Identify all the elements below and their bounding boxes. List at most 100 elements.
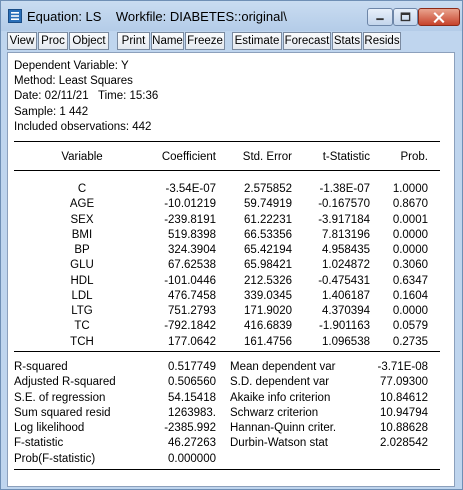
stat-value-right: 77.09300 bbox=[380, 376, 428, 389]
coef-cell-coefficient: 67.62538 bbox=[168, 259, 216, 272]
stat-label-right: Schwarz criterion bbox=[230, 406, 319, 419]
coef-cell-prob: 0.8670 bbox=[392, 198, 428, 211]
coef-cell-coefficient: -792.1842 bbox=[164, 320, 216, 333]
stat-value-right: 10.88628 bbox=[380, 422, 428, 434]
coef-cell-prob: 0.6347 bbox=[392, 274, 428, 287]
coef-cell-std-error: 2.575852 bbox=[244, 183, 292, 195]
stat-value-left: 0.517749 bbox=[168, 361, 216, 373]
stat-value-left: 0.000000 bbox=[168, 452, 216, 465]
stat-value-right: 10.94794 bbox=[380, 406, 428, 419]
coef-cell-variable: AGE bbox=[69, 198, 95, 211]
minimize-button[interactable] bbox=[367, 8, 393, 26]
coef-cell-variable: GLU bbox=[70, 259, 94, 272]
coef-cell-t-statistic: 4.370394 bbox=[322, 305, 370, 317]
stat-label-left: R-squared bbox=[14, 361, 68, 373]
column-header-t-statistic: t-Statistic bbox=[322, 151, 370, 163]
stat-label-left: Log likelihood bbox=[14, 422, 85, 434]
dependent-variable-line: Dependent Variable: Y bbox=[14, 60, 129, 72]
coef-cell-variable: BMI bbox=[71, 228, 93, 241]
coef-cell-std-error: 61.22231 bbox=[244, 213, 292, 226]
forecast-button[interactable]: Forecast bbox=[283, 32, 331, 50]
stat-label-left: Adjusted R-squared bbox=[14, 376, 116, 389]
observations-line: Included observations: 442 bbox=[14, 121, 152, 133]
coef-cell-variable: LDL bbox=[71, 289, 93, 302]
coef-cell-coefficient: -239.8191 bbox=[164, 213, 216, 226]
stat-label-left: Sum squared resid bbox=[14, 406, 111, 419]
stat-value-left: 0.506560 bbox=[168, 376, 216, 389]
stat-label-left: F-statistic bbox=[14, 437, 64, 450]
coef-cell-coefficient: 519.8398 bbox=[168, 228, 216, 241]
coef-cell-prob: 0.0000 bbox=[392, 228, 428, 241]
coef-cell-coefficient: -3.54E-07 bbox=[165, 183, 216, 195]
table-header-rule bbox=[14, 170, 440, 171]
name-button[interactable]: Name bbox=[151, 32, 184, 50]
column-header-variable: Variable bbox=[61, 151, 103, 163]
date-time-line: Date: 02/11/21 Time: 15:36 bbox=[14, 90, 159, 102]
column-header-coefficient: Coefficient bbox=[161, 151, 216, 163]
coef-cell-variable: HDL bbox=[70, 274, 94, 287]
coef-cell-t-statistic: 1.024872 bbox=[322, 259, 370, 272]
coef-cell-variable: C bbox=[77, 183, 87, 195]
coef-cell-std-error: 339.0345 bbox=[244, 289, 292, 302]
print-button[interactable]: Print bbox=[117, 32, 150, 50]
object-button[interactable]: Object bbox=[69, 32, 109, 50]
proc-button[interactable]: Proc bbox=[38, 32, 68, 50]
maximize-button[interactable] bbox=[393, 8, 418, 26]
coef-cell-std-error: 65.42194 bbox=[244, 244, 292, 256]
coef-cell-t-statistic: -3.917184 bbox=[318, 213, 370, 226]
resids-button[interactable]: Resids bbox=[363, 32, 401, 50]
view-button[interactable]: View bbox=[7, 32, 37, 50]
coef-cell-std-error: 66.53356 bbox=[244, 228, 292, 241]
coef-cell-prob: 0.3060 bbox=[392, 259, 428, 272]
stat-value-right: 10.84612 bbox=[380, 391, 428, 404]
close-button[interactable] bbox=[418, 8, 460, 26]
coef-cell-std-error: 161.4756 bbox=[244, 335, 292, 348]
stat-label-right: Akaike info criterion bbox=[230, 391, 331, 404]
title-bar[interactable]: Equation: LS Workfile: DIABETES::origina… bbox=[1, 1, 462, 31]
stat-value-left: 54.15418 bbox=[168, 391, 216, 404]
coef-cell-prob: 0.0000 bbox=[392, 244, 428, 256]
close-icon bbox=[433, 12, 445, 24]
statistics-bottom-rule bbox=[14, 469, 440, 470]
coef-cell-t-statistic: -1.901163 bbox=[319, 320, 370, 333]
coef-cell-coefficient: 177.0642 bbox=[168, 335, 216, 348]
estimate-button[interactable]: Estimate bbox=[232, 32, 282, 50]
coef-cell-variable: TC bbox=[74, 320, 90, 333]
coef-cell-t-statistic: -1.38E-07 bbox=[319, 183, 370, 195]
stat-label-left: Prob(F-statistic) bbox=[14, 452, 96, 465]
table-top-rule bbox=[14, 141, 440, 142]
equation-window: Equation: LS Workfile: DIABETES::origina… bbox=[0, 0, 463, 490]
coef-cell-t-statistic: 7.813196 bbox=[322, 228, 370, 241]
coef-cell-variable: SEX bbox=[70, 213, 94, 226]
coef-cell-coefficient: -10.01219 bbox=[164, 198, 216, 211]
stats-button[interactable]: Stats bbox=[332, 32, 362, 50]
maximize-icon bbox=[400, 12, 411, 22]
coef-cell-prob: 1.0000 bbox=[392, 183, 428, 195]
eviews-app-icon bbox=[8, 9, 22, 23]
stat-label-right: Durbin-Watson stat bbox=[230, 437, 328, 450]
stat-value-left: -2385.992 bbox=[164, 422, 216, 434]
coef-cell-std-error: 416.6839 bbox=[244, 320, 292, 333]
coef-cell-t-statistic: 4.958435 bbox=[322, 244, 370, 256]
table-bottom-rule bbox=[14, 351, 440, 352]
output-panel[interactable]: Dependent Variable: Y Method: Least Squa… bbox=[7, 52, 455, 487]
coef-cell-prob: 0.0001 bbox=[392, 213, 428, 226]
coef-cell-prob: 0.2735 bbox=[392, 335, 428, 348]
coef-cell-std-error: 171.9020 bbox=[244, 305, 292, 317]
stat-value-right: -3.71E-08 bbox=[377, 361, 428, 373]
coef-cell-t-statistic: -0.475431 bbox=[318, 274, 370, 287]
coef-cell-prob: 0.0000 bbox=[392, 305, 428, 317]
coef-cell-coefficient: -101.0446 bbox=[164, 274, 216, 287]
coef-cell-coefficient: 324.3904 bbox=[168, 244, 216, 256]
freeze-button[interactable]: Freeze bbox=[185, 32, 225, 50]
coef-cell-coefficient: 476.7458 bbox=[168, 289, 216, 302]
stat-label-right: Hannan-Quinn criter. bbox=[230, 422, 337, 434]
method-line: Method: Least Squares bbox=[14, 75, 133, 87]
coef-cell-t-statistic: 1.406187 bbox=[322, 289, 370, 302]
column-header-std-error: Std. Error bbox=[242, 151, 292, 163]
coef-cell-std-error: 65.98421 bbox=[244, 259, 292, 272]
stat-value-left: 1263983. bbox=[168, 406, 216, 419]
stat-label-right: Mean dependent var bbox=[230, 361, 336, 373]
coef-cell-prob: 0.1604 bbox=[392, 289, 428, 302]
coef-cell-variable: TCH bbox=[70, 335, 94, 348]
